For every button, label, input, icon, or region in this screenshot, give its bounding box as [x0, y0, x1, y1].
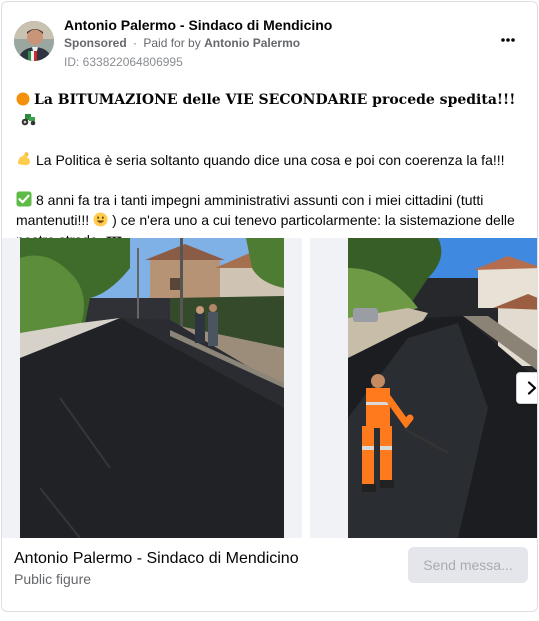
- street-photo-1: [20, 238, 284, 538]
- paragraph-2-text: La Politica è seria soltanto quando dice…: [36, 152, 505, 168]
- send-message-button[interactable]: Send messa...: [408, 547, 528, 583]
- carousel-next-button[interactable]: [516, 372, 537, 404]
- carousel-slide-1[interactable]: [2, 238, 302, 538]
- tractor-icon: [21, 114, 36, 126]
- sponsored-label[interactable]: Sponsored: [64, 36, 127, 50]
- orange-circle-icon: [16, 92, 30, 106]
- separator-dot: ·: [133, 36, 138, 50]
- flexed-biceps-icon: [18, 152, 30, 166]
- more-options-button[interactable]: [497, 32, 519, 46]
- paid-for-prefix: Paid for by: [143, 36, 201, 50]
- paragraph-1-text: La BITUMAZIONE delle VIE SECONDARIE proc…: [34, 92, 516, 108]
- payer-name[interactable]: Antonio Palermo: [204, 36, 300, 50]
- carousel-slide-2[interactable]: [310, 238, 537, 538]
- check-mark-button-icon: [16, 191, 32, 207]
- ellipsis-icon: [501, 38, 515, 42]
- footer-category: Public figure: [14, 571, 92, 587]
- ad-footer: Antonio Palermo - Sindaco di Mendicino P…: [2, 538, 537, 611]
- avatar[interactable]: [14, 21, 54, 61]
- page-name[interactable]: Antonio Palermo - Sindaco di Mendicino: [64, 17, 332, 33]
- chevron-right-icon: [527, 381, 537, 395]
- grinning-face-icon: [93, 212, 108, 227]
- ad-card: Antonio Palermo - Sindaco di Mendicino S…: [1, 1, 538, 612]
- footer-page-name[interactable]: Antonio Palermo - Sindaco di Mendicino: [14, 550, 299, 568]
- sponsored-line: Sponsored · Paid for by Antonio Palermo: [64, 36, 300, 50]
- street-photo-2: [348, 238, 537, 538]
- paragraph-2: La Politica è seria soltanto quando dice…: [16, 150, 526, 170]
- ad-id: ID: 633822064806995: [64, 55, 183, 69]
- paragraph-1: La BITUMAZIONE delle VIE SECONDARIE proc…: [16, 90, 526, 130]
- post-header: Antonio Palermo - Sindaco di Mendicino S…: [14, 14, 525, 74]
- image-carousel[interactable]: [2, 238, 537, 538]
